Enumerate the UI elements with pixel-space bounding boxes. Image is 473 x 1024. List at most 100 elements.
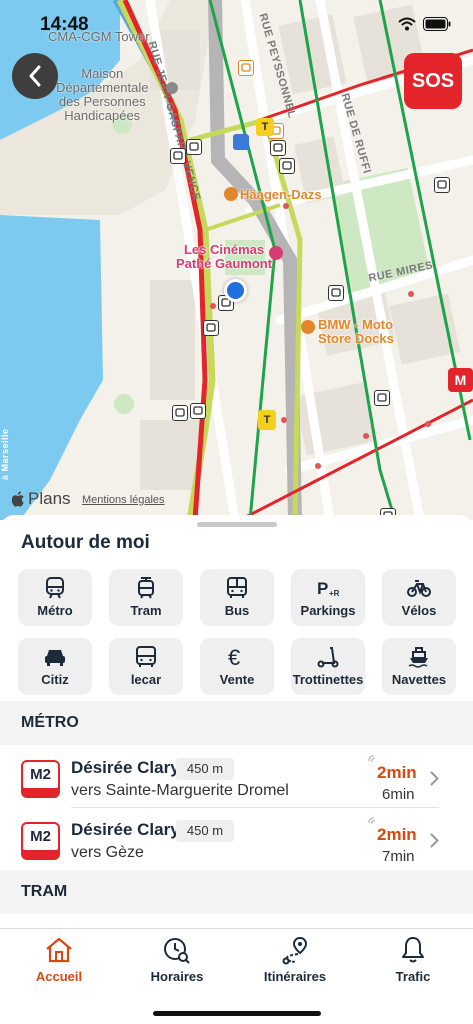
bus-stop-icon[interactable] bbox=[374, 390, 390, 406]
following-departure: 6min bbox=[382, 786, 415, 803]
apple-plans-logo: Plans bbox=[12, 489, 71, 509]
bus-stop-icon[interactable] bbox=[186, 139, 202, 155]
bus-stop-icon[interactable] bbox=[279, 158, 295, 174]
bus-stop-icon[interactable] bbox=[270, 140, 286, 156]
current-location-icon bbox=[224, 279, 247, 302]
category-label: Tram bbox=[130, 603, 162, 618]
sos-button[interactable]: SOS bbox=[404, 53, 462, 109]
tab-label: Trafic bbox=[395, 969, 431, 984]
category-lecar[interactable]: lecar bbox=[109, 638, 183, 695]
status-time: 14:48 bbox=[40, 14, 89, 35]
category-metro[interactable]: Métro bbox=[18, 569, 92, 626]
home-icon bbox=[46, 937, 72, 963]
poi-cinemas-label[interactable]: Les Cinémas Pathé Gaumont bbox=[176, 243, 272, 271]
sheet-grabber[interactable] bbox=[197, 522, 277, 527]
distance-badge: 450 m bbox=[176, 820, 234, 842]
svg-text:P: P bbox=[317, 579, 328, 598]
tab-label: Horaires bbox=[150, 969, 204, 984]
bus-stop-icon[interactable] bbox=[238, 60, 254, 76]
sheet-title: Autour de moi bbox=[21, 532, 150, 553]
tab-trafic[interactable]: Trafic bbox=[358, 935, 468, 984]
tab-itineraires[interactable]: Itinéraires bbox=[240, 935, 350, 984]
cinema-pin-icon[interactable] bbox=[269, 246, 283, 260]
status-bar: 14:48 bbox=[0, 0, 473, 48]
metro-icon bbox=[46, 577, 64, 599]
wifi-icon bbox=[398, 17, 416, 31]
category-velos[interactable]: Vélos bbox=[382, 569, 456, 626]
home-indicator[interactable] bbox=[153, 1011, 321, 1016]
poi-haagen-label[interactable]: Häagen-Dazs bbox=[240, 188, 322, 202]
category-tram[interactable]: Tram bbox=[109, 569, 183, 626]
moto-pin-icon[interactable] bbox=[301, 320, 315, 334]
category-label: Trottinettes bbox=[292, 672, 364, 687]
tab-label: Accueil bbox=[35, 969, 83, 984]
poi-bmw-label[interactable]: BMW - Moto Store Docks bbox=[318, 318, 394, 346]
poi-maison-label: Maison Départementale des Personnes Hand… bbox=[56, 66, 149, 123]
category-trottinettes[interactable]: Trottinettes bbox=[291, 638, 365, 695]
category-grid: Métro Tram Bus P +R Parkings Vélos Citiz … bbox=[18, 569, 458, 695]
chevron-right-icon bbox=[430, 771, 439, 786]
category-bus[interactable]: Bus bbox=[200, 569, 274, 626]
distance-badge: 450 m bbox=[176, 758, 234, 780]
bus-stop-icon[interactable] bbox=[170, 148, 186, 164]
euro-icon: € bbox=[228, 646, 240, 668]
metro-stop-icon[interactable]: M bbox=[448, 368, 473, 392]
following-departure: 7min bbox=[382, 848, 415, 865]
tram-icon bbox=[138, 577, 154, 599]
direction-text: vers Sainte-Marguerite Dromel bbox=[71, 782, 289, 799]
category-vente[interactable]: € Vente bbox=[200, 638, 274, 695]
tab-accueil[interactable]: Accueil bbox=[4, 935, 114, 984]
line-badge-m2: M2 bbox=[21, 760, 60, 798]
legal-link[interactable]: Mentions légales bbox=[82, 494, 165, 506]
apple-icon bbox=[12, 491, 24, 507]
line-badge-m2: M2 bbox=[21, 822, 60, 860]
tram-stop-icon[interactable]: T bbox=[256, 118, 274, 136]
nearby-sheet: Autour de moi Métro Tram Bus P +R Parking… bbox=[0, 515, 473, 930]
tab-label: Itinéraires bbox=[263, 969, 327, 984]
category-label: lecar bbox=[130, 672, 162, 687]
route-icon bbox=[282, 936, 308, 965]
section-metro-header: MÉTRO bbox=[0, 701, 473, 745]
next-departure: 2min bbox=[377, 763, 417, 782]
direction-text: vers Gèze bbox=[71, 844, 144, 861]
back-button[interactable] bbox=[12, 53, 58, 99]
side-label: à Marseille bbox=[0, 428, 10, 480]
scooter-icon bbox=[317, 647, 339, 668]
train-station-icon[interactable] bbox=[233, 134, 249, 150]
svg-text:€: € bbox=[228, 646, 240, 668]
tram-stop-icon[interactable]: T bbox=[258, 410, 276, 430]
ferry-icon bbox=[408, 647, 428, 668]
category-label: Citiz bbox=[41, 672, 69, 687]
category-label: Parkings bbox=[300, 603, 356, 618]
car-icon bbox=[45, 650, 65, 666]
plans-text: Plans bbox=[28, 489, 71, 508]
bell-icon bbox=[402, 937, 424, 963]
bus-stop-icon[interactable] bbox=[328, 285, 344, 301]
tab-horaires[interactable]: Horaires bbox=[122, 935, 232, 984]
bus-stop-icon[interactable] bbox=[203, 320, 219, 336]
stop-name: Désirée Clary bbox=[71, 820, 180, 839]
tab-bar: Accueil Horaires Itinéraires Trafic bbox=[0, 928, 473, 1024]
bus-stop-icon[interactable] bbox=[172, 405, 188, 421]
poi-gray-pin-icon bbox=[166, 82, 178, 94]
svg-text:+R: +R bbox=[329, 589, 340, 598]
category-navettes[interactable]: Navettes bbox=[382, 638, 456, 695]
chevron-left-icon bbox=[29, 65, 41, 87]
category-label: Vélos bbox=[401, 603, 437, 618]
parking-icon: P +R bbox=[317, 579, 340, 598]
lecar-icon bbox=[136, 646, 156, 667]
departure-row[interactable]: M2 Désirée Clary 450 m vers Gèze 2min 7m… bbox=[0, 808, 473, 870]
category-citiz[interactable]: Citiz bbox=[18, 638, 92, 695]
bus-stop-icon[interactable] bbox=[434, 177, 450, 193]
category-parkings[interactable]: P +R Parkings bbox=[291, 569, 365, 626]
category-label: Navettes bbox=[391, 672, 447, 687]
bus-icon bbox=[227, 577, 247, 598]
battery-icon bbox=[423, 17, 451, 31]
category-label: Métro bbox=[37, 603, 73, 618]
map-view[interactable]: RUE JEAN-GASPARD VENCE RUE PEYSSONNEL RU… bbox=[0, 0, 473, 520]
bus-stop-icon[interactable] bbox=[190, 403, 206, 419]
category-label: Bus bbox=[224, 603, 250, 618]
departure-row[interactable]: M2 Désirée Clary 450 m vers Sainte-Margu… bbox=[0, 746, 473, 808]
category-label: Vente bbox=[219, 672, 255, 687]
food-pin-icon[interactable] bbox=[224, 187, 238, 201]
